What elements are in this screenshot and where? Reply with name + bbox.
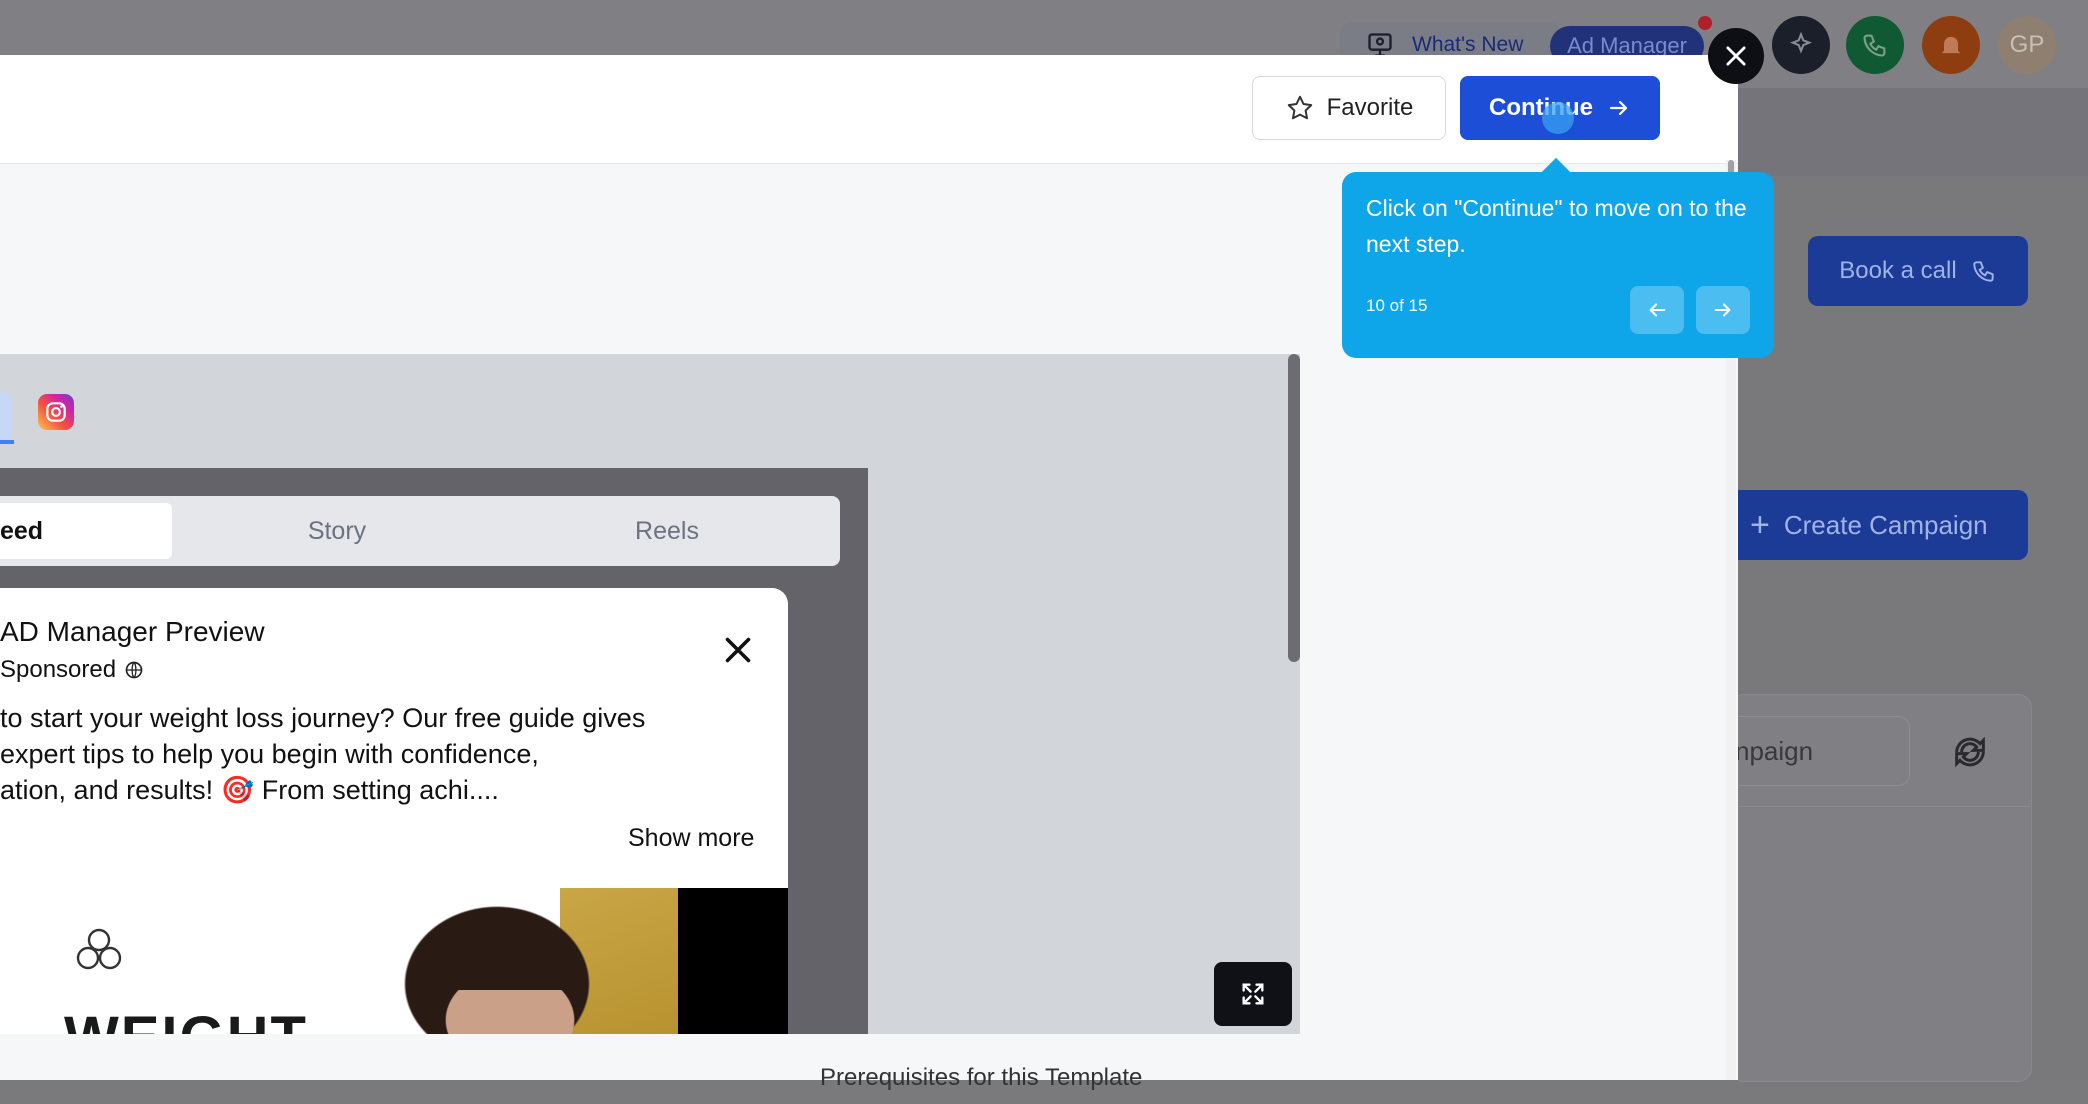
sponsored-label: Sponsored bbox=[0, 656, 117, 683]
facebook-tab-underline bbox=[0, 440, 14, 444]
post-body: to start your weight loss journey? Our f… bbox=[0, 700, 760, 808]
post-sponsored: Sponsored bbox=[0, 656, 144, 684]
post-body-line: to start your weight loss journey? Our f… bbox=[0, 703, 646, 733]
phone-icon bbox=[1863, 34, 1886, 57]
tooltip-text: Click on "Continue" to move on to the ne… bbox=[1366, 195, 1747, 257]
book-call-label: Book a call bbox=[1839, 257, 1957, 284]
background-header-band bbox=[1726, 88, 2088, 176]
click-indicator bbox=[1542, 102, 1574, 134]
globe-icon bbox=[125, 661, 143, 679]
arrow-right-icon bbox=[1609, 100, 1628, 116]
arrow-left-icon bbox=[1649, 303, 1666, 317]
ad-image-background-dark bbox=[678, 888, 788, 1034]
fullscreen-button[interactable] bbox=[1214, 962, 1292, 1026]
close-icon[interactable] bbox=[720, 632, 756, 668]
prerequisites-heading: Prerequisites for this Template bbox=[820, 1064, 1143, 1091]
create-campaign-button[interactable]: + Create Campaign bbox=[1738, 490, 2028, 560]
post-page-name: AD Manager Preview bbox=[0, 616, 265, 647]
divider bbox=[1730, 806, 2030, 807]
close-icon bbox=[1726, 46, 1746, 66]
notification-dot bbox=[1698, 16, 1712, 30]
post-body-line: ation, and results! 🎯 From setting achi.… bbox=[0, 775, 499, 805]
book-call-button[interactable]: Book a call bbox=[1808, 236, 2028, 306]
favorite-label: Favorite bbox=[1326, 94, 1414, 121]
tooltip-prev-button[interactable] bbox=[1630, 286, 1684, 334]
sparkle-icon bbox=[1790, 31, 1812, 54]
post-body-line: expert tips to help you begin with confi… bbox=[0, 739, 539, 769]
continue-label: Continue bbox=[1489, 94, 1593, 121]
tab-story[interactable]: Story bbox=[262, 503, 412, 559]
star-icon bbox=[1287, 95, 1312, 120]
whats-new-label: What's New bbox=[1412, 33, 1524, 56]
ai-sparkle-button[interactable] bbox=[1772, 16, 1830, 74]
close-modal-button[interactable] bbox=[1708, 28, 1764, 84]
plus-icon: + bbox=[1750, 506, 1770, 544]
expand-icon bbox=[1242, 983, 1264, 1005]
phone-icon bbox=[1972, 261, 1994, 282]
tooltip-step-counter: 10 of 15 bbox=[1366, 296, 1428, 315]
tooltip-next-button[interactable] bbox=[1696, 286, 1750, 334]
call-button[interactable] bbox=[1846, 16, 1904, 74]
brand-logo-icon bbox=[76, 928, 122, 970]
create-campaign-label: Create Campaign bbox=[1783, 509, 1988, 540]
favorite-button[interactable]: Favorite bbox=[1252, 76, 1446, 140]
bell-icon bbox=[1941, 36, 1961, 56]
instagram-icon bbox=[46, 402, 66, 422]
avatar[interactable]: GP bbox=[1998, 16, 2056, 74]
tab-feed[interactable]: eed bbox=[0, 503, 172, 559]
refresh-icon[interactable] bbox=[1950, 732, 1990, 772]
tab-reels[interactable]: Reels bbox=[592, 503, 742, 559]
preview-scrollbar[interactable] bbox=[1288, 354, 1300, 662]
facebook-tab[interactable] bbox=[0, 392, 12, 440]
instagram-tab[interactable] bbox=[38, 394, 74, 430]
campaign-search-input[interactable]: npaign bbox=[1730, 716, 1910, 786]
arrow-right-icon bbox=[1714, 303, 1731, 317]
notifications-button[interactable] bbox=[1922, 16, 1980, 74]
show-more-link[interactable]: Show more bbox=[628, 824, 754, 853]
